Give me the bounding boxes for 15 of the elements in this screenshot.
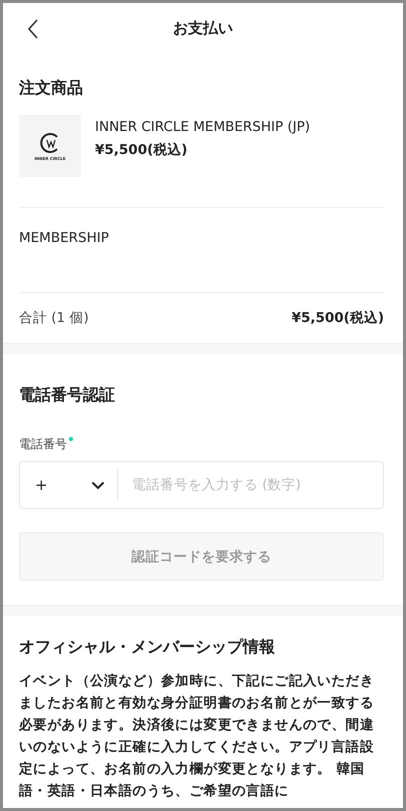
product-price: ¥5,500(税込) [95, 141, 188, 159]
chevron-down-icon [91, 480, 105, 490]
phone-number-field[interactable]: + 電話番号を入力する (数字) [19, 461, 384, 509]
info-paragraph: イベント（公演など）参加時に、下記にご記入いただきましたお名前と有効な身分証明書のお名前とが一致する必要があります。決済後には変更できませんので、間違いのないように正確に入力してください。アプリ言語設定によって、お名前の入力欄が変更となります。 韓国語・英語・日本語のうち、ご希望の言語に [19, 672, 375, 801]
section-heading: 電話番号認証 [19, 384, 116, 406]
section-heading: オフィシャル・メンバーシップ情報 [19, 636, 276, 658]
country-code-dropdown[interactable]: + [20, 469, 118, 501]
product-option: MEMBERSHIP [19, 230, 109, 246]
back-icon[interactable] [27, 19, 39, 39]
page-title: お支払い [173, 18, 233, 38]
product-name: INNER CIRCLE MEMBERSHIP (JP) [95, 119, 310, 135]
total-price: ¥5,500(税込) [292, 309, 384, 327]
field-label: 電話番号 [19, 436, 67, 453]
section-heading: 注文商品 [19, 77, 84, 99]
total-label: 合計 (1 個) [19, 309, 89, 327]
